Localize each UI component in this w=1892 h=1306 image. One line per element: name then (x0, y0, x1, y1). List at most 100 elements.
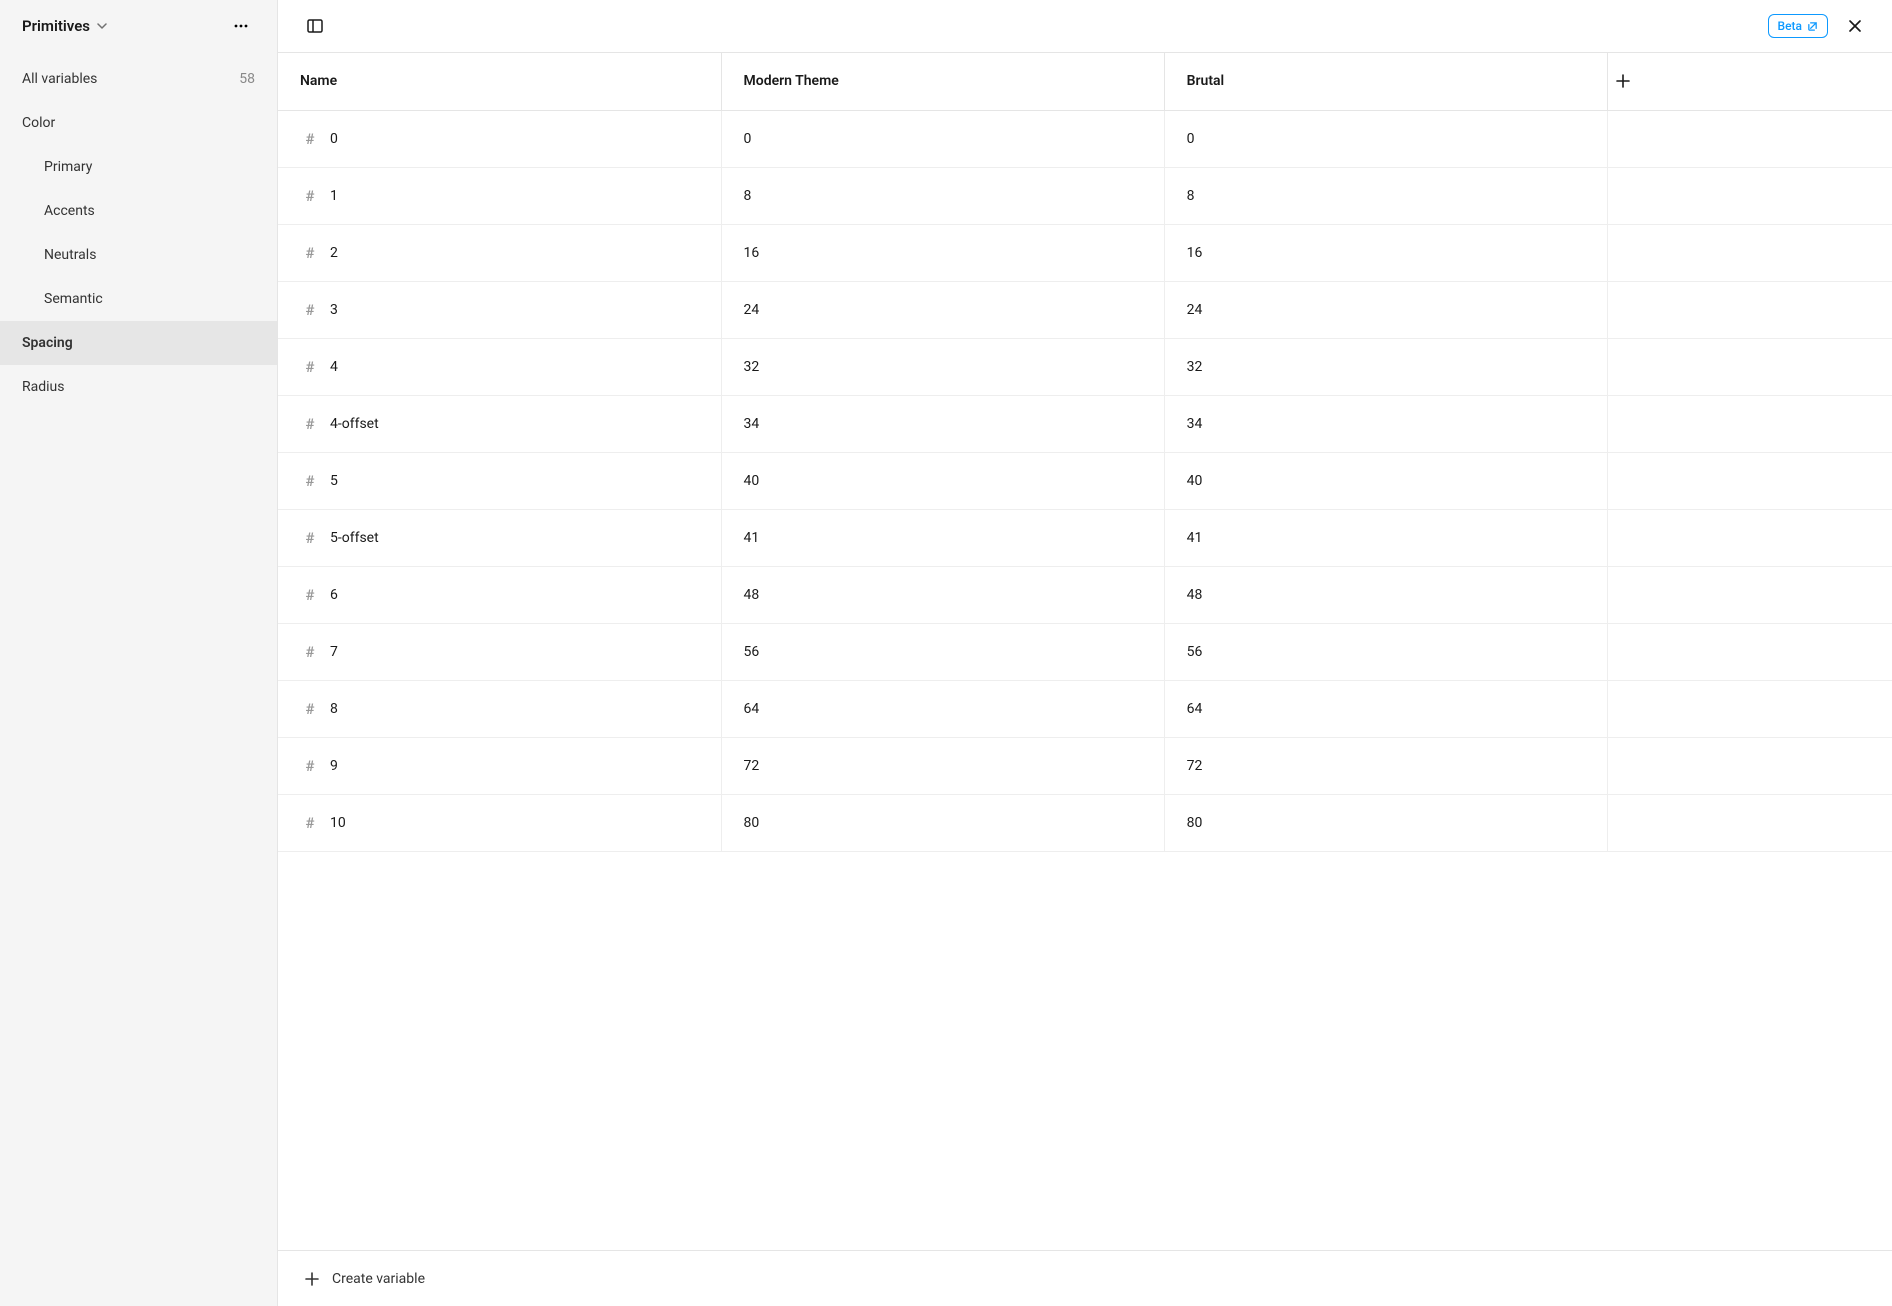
variables-table: Name Modern Theme Brutal #000#188#21616#… (278, 53, 1892, 852)
variable-name: 5 (330, 473, 338, 489)
table-row[interactable]: #2 16 16 (278, 224, 1892, 281)
collection-name: Primitives (22, 17, 90, 35)
variable-value-cell[interactable]: 56 (721, 623, 1164, 680)
variable-value-cell[interactable]: 8 (721, 167, 1164, 224)
empty-cell (1607, 794, 1892, 851)
variable-value: 32 (1187, 359, 1203, 375)
variable-value-cell[interactable]: 48 (721, 566, 1164, 623)
column-header-name[interactable]: Name (278, 53, 721, 110)
variable-value-cell[interactable]: 8 (1164, 167, 1607, 224)
beta-badge[interactable]: Beta (1768, 14, 1828, 38)
variable-value: 80 (744, 815, 760, 831)
column-header-mode-0[interactable]: Modern Theme (721, 53, 1164, 110)
more-options-button[interactable] (227, 12, 255, 40)
table-row[interactable]: #32424 (278, 281, 1892, 338)
variable-value: 32 (744, 359, 760, 375)
number-type-icon: # (302, 244, 318, 262)
table-row[interactable]: #5-offset4141 (278, 509, 1892, 566)
variable-value-cell[interactable]: 72 (1164, 737, 1607, 794)
table-row[interactable]: #1 8 8 (278, 167, 1892, 224)
sidebar-item-radius[interactable]: Radius (0, 365, 277, 409)
variable-value-cell[interactable]: 64 (1164, 680, 1607, 737)
create-variable-button[interactable]: Create variable (300, 1265, 429, 1293)
variable-value: 8 (744, 188, 752, 204)
close-button[interactable] (1840, 11, 1870, 41)
table-row[interactable]: #10 80 80 (278, 794, 1892, 851)
sidebar-item-primary[interactable]: Primary (0, 145, 277, 189)
variable-value-cell[interactable]: 24 (1164, 281, 1607, 338)
variable-value-cell[interactable]: 24 (721, 281, 1164, 338)
sidebar-item-label: Primary (44, 159, 92, 175)
variable-value-cell[interactable]: 32 (721, 338, 1164, 395)
variable-value-cell[interactable]: 32 (1164, 338, 1607, 395)
variable-value: 48 (744, 587, 760, 603)
sidebar-item-label: Accents (44, 203, 95, 219)
variable-value-cell[interactable]: 0 (721, 110, 1164, 167)
collection-dropdown[interactable]: Primitives (22, 17, 108, 35)
variable-name-cell[interactable]: #4-offset (278, 395, 721, 452)
variable-value-cell[interactable]: 48 (1164, 566, 1607, 623)
table-row[interactable]: #6 48 48 (278, 566, 1892, 623)
variable-value-cell[interactable]: 80 (1164, 794, 1607, 851)
empty-cell (1607, 167, 1892, 224)
add-mode-button[interactable] (1608, 66, 1638, 96)
variable-value: 16 (744, 245, 760, 261)
sidebar-item-spacing[interactable]: Spacing (0, 321, 277, 365)
table-row[interactable]: #75656 (278, 623, 1892, 680)
table-row[interactable]: #4 32 32 (278, 338, 1892, 395)
sidebar-item-neutrals[interactable]: Neutrals (0, 233, 277, 277)
sidebar-item-semantic[interactable]: Semantic (0, 277, 277, 321)
sidebar-item-color[interactable]: Color (0, 101, 277, 145)
variable-value-cell[interactable]: 34 (721, 395, 1164, 452)
variable-name-cell[interactable]: #2 (278, 224, 721, 281)
variable-value-cell[interactable]: 72 (721, 737, 1164, 794)
sidebar-item-label: All variables (22, 71, 97, 87)
variable-name-cell[interactable]: #5 (278, 452, 721, 509)
variable-value-cell[interactable]: 40 (721, 452, 1164, 509)
variable-value-cell[interactable]: 0 (1164, 110, 1607, 167)
variables-table-scroll[interactable]: Name Modern Theme Brutal #000#188#21616#… (278, 53, 1892, 1250)
sidebar-item-label: Neutrals (44, 247, 96, 263)
variable-name: 1 (330, 188, 338, 204)
table-header-row: Name Modern Theme Brutal (278, 53, 1892, 110)
table-row[interactable]: #4-offset3434 (278, 395, 1892, 452)
sidebar-item-label: Color (22, 115, 55, 131)
variable-value-cell[interactable]: 64 (721, 680, 1164, 737)
variable-name-cell[interactable]: #7 (278, 623, 721, 680)
table-row[interactable]: #97272 (278, 737, 1892, 794)
variable-value-cell[interactable]: 16 (721, 224, 1164, 281)
variable-value: 24 (1187, 302, 1203, 318)
variable-value-cell[interactable]: 56 (1164, 623, 1607, 680)
variable-value-cell[interactable]: 41 (1164, 509, 1607, 566)
empty-cell (1607, 737, 1892, 794)
variable-name-cell[interactable]: #4 (278, 338, 721, 395)
column-header-mode-1[interactable]: Brutal (1164, 53, 1607, 110)
variable-name-cell[interactable]: #5-offset (278, 509, 721, 566)
number-type-icon: # (302, 643, 318, 661)
sidebar-item-all-variables[interactable]: All variables 58 (0, 57, 277, 101)
variable-name-cell[interactable]: #6 (278, 566, 721, 623)
sidebar-item-accents[interactable]: Accents (0, 189, 277, 233)
variable-value-cell[interactable]: 34 (1164, 395, 1607, 452)
variable-name-cell[interactable]: #9 (278, 737, 721, 794)
variable-value-cell[interactable]: 16 (1164, 224, 1607, 281)
more-horizontal-icon (232, 17, 250, 35)
variable-name-cell[interactable]: #1 (278, 167, 721, 224)
variable-name-cell[interactable]: #8 (278, 680, 721, 737)
variable-name-cell[interactable]: #3 (278, 281, 721, 338)
variable-value-cell[interactable]: 40 (1164, 452, 1607, 509)
main-panel: Beta Name Modern Theme Brutal (278, 0, 1892, 1306)
table-row[interactable]: #54040 (278, 452, 1892, 509)
variable-value-cell[interactable]: 41 (721, 509, 1164, 566)
toggle-sidebar-button[interactable] (300, 11, 330, 41)
variable-name-cell[interactable]: #10 (278, 794, 721, 851)
table-row[interactable]: #000 (278, 110, 1892, 167)
variable-name: 9 (330, 758, 338, 774)
variable-count: 58 (239, 71, 255, 87)
variable-value-cell[interactable]: 80 (721, 794, 1164, 851)
variable-value: 0 (1187, 131, 1195, 147)
variable-name-cell[interactable]: #0 (278, 110, 721, 167)
variable-value: 41 (1187, 530, 1203, 546)
variable-value: 64 (744, 701, 760, 717)
table-row[interactable]: #8 64 64 (278, 680, 1892, 737)
